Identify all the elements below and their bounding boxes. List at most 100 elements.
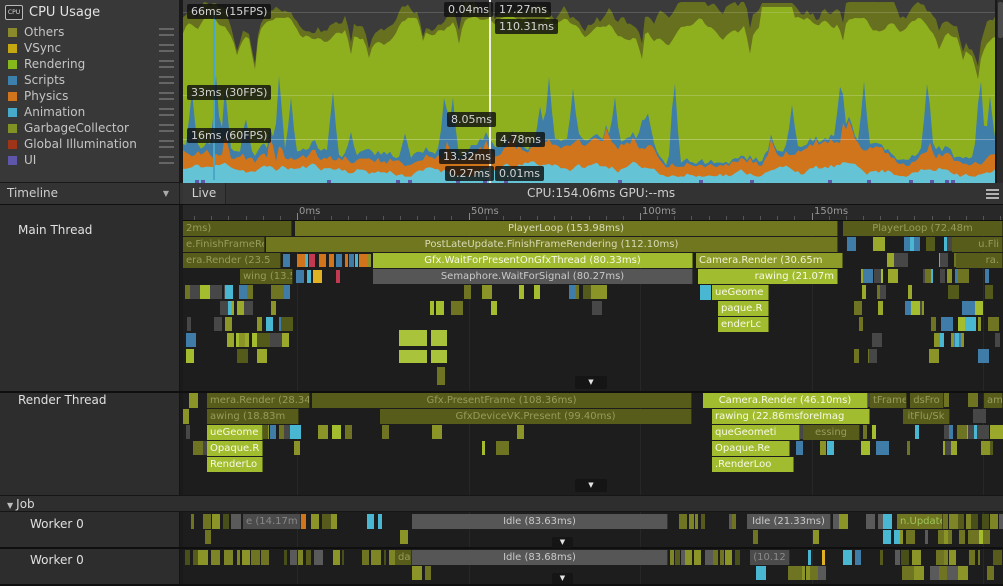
timeline-span[interactable]: Idle (21.33ms) [747,514,831,529]
timeline-span[interactable]: PostLateUpdate.FinishFrameRendering (112… [266,237,838,252]
timeline-sample[interactable] [936,550,943,565]
timeline-sample[interactable] [251,550,259,565]
timeline-sample[interactable] [283,254,290,267]
timeline-sample[interactable] [290,550,297,565]
timeline-sample[interactable] [185,550,190,565]
legend-item-global-illumination[interactable]: Global Illumination [0,136,179,152]
timeline-sample[interactable] [915,425,919,439]
timeline-span[interactable]: tFrame [870,393,907,408]
thread-label-worker1[interactable]: Worker 0 [30,553,84,567]
timeline-sample[interactable] [959,530,964,544]
timeline-sample[interactable] [847,237,856,251]
timeline-sample[interactable] [987,566,995,580]
timeline-sample[interactable] [957,425,966,439]
timeline-sample[interactable] [999,514,1003,529]
legend-item-ui[interactable]: UI [0,152,179,168]
timeline-sample[interactable] [583,285,591,299]
timeline-sample[interactable] [371,550,381,565]
timeline-sample[interactable] [908,285,912,299]
timeline-sample[interactable] [859,317,863,331]
timeline-sample[interactable] [869,349,876,363]
timeline-span[interactable]: e.FinishFrameRende [183,237,265,252]
timeline-sample[interactable] [239,285,247,299]
legend-item-animation[interactable]: Animation [0,104,179,120]
timeline-sample[interactable] [995,333,1000,347]
timeline-sample[interactable] [342,550,344,565]
timeline-sample[interactable] [576,285,579,299]
timeline-sample[interactable] [720,550,724,565]
timeline-sample[interactable] [425,566,431,580]
timeline-sample[interactable] [311,514,319,529]
timeline-sample[interactable] [808,550,811,565]
timeline-sample[interactable] [827,441,835,455]
timeline-sample[interactable] [519,285,523,299]
timeline-sample[interactable] [306,550,310,565]
timeline-span[interactable]: 2ms) [183,221,292,236]
timeline-sample[interactable] [701,514,705,529]
timeline-sample[interactable] [266,317,273,331]
timeline-sample[interactable] [985,530,991,544]
timeline-sample[interactable] [451,301,463,315]
timeline-sample[interactable] [725,550,732,565]
timeline-span[interactable]: Gfx.PresentFrame (108.36ms) [312,393,692,408]
timeline-sample[interactable] [878,301,883,315]
timeline-sample[interactable] [969,550,974,565]
timeline-sample[interactable] [298,550,303,565]
thread-label-render[interactable]: Render Thread [18,393,107,407]
timeline-sample[interactable] [592,301,602,315]
timeline-sample[interactable] [203,514,210,529]
timeline-sample[interactable] [189,393,198,408]
timeline-span[interactable]: u.Fli [952,237,1003,252]
timeline-sample[interactable] [732,514,736,529]
timeline-sample[interactable] [333,550,340,565]
drag-handle-icon[interactable] [159,124,174,132]
timeline-span[interactable]: Camera.Render (46.10ms) [703,393,868,408]
timeline-span[interactable]: GfxDeviceVK.Present (99.40ms) [380,409,692,424]
timeline-sample[interactable] [436,301,444,315]
timeline-sample[interactable] [874,269,881,283]
timeline-sample[interactable] [284,550,287,565]
timeline-sample[interactable] [947,269,951,283]
timeline-sample[interactable] [895,550,900,565]
timeline-sample[interactable] [984,425,989,439]
timeline-sample[interactable] [866,514,875,529]
timeline-sample[interactable] [944,237,947,251]
timeline-span[interactable]: Idle (83.63ms) [412,514,668,529]
timeline-sample[interactable] [949,514,958,529]
timeline-sample[interactable] [399,350,427,363]
timeline-sample[interactable] [958,566,968,580]
cpu-usage-chart[interactable]: 66ms (15FPS)33ms (30FPS)16ms (60FPS)0.04… [183,0,995,184]
timeline-sample[interactable] [271,285,284,299]
timeline-sample[interactable] [981,441,990,455]
drag-handle-icon[interactable] [159,140,174,148]
timeline-sample[interactable] [883,514,892,529]
drag-handle-icon[interactable] [159,60,174,68]
timeline-sample[interactable] [367,514,374,529]
timeline-sample[interactable] [319,254,326,267]
timeline-sample[interactable] [700,285,711,300]
legend-item-rendering[interactable]: Rendering [0,56,179,72]
timeline-span[interactable]: PlayerLoop (72.48m [843,221,1003,236]
timeline-sample[interactable] [225,317,233,331]
live-button[interactable]: Live [183,183,226,204]
timeline-sample[interactable] [705,550,713,565]
timeline-sample[interactable] [872,333,882,347]
timeline-sample[interactable] [862,285,866,299]
timeline-span[interactable]: am [984,393,1003,408]
timeline-sample[interactable] [685,550,692,565]
timeline-sample[interactable] [949,550,956,565]
timeline-sample[interactable] [362,550,369,565]
thread-label-main[interactable]: Main Thread [18,223,92,237]
timeline-sample[interactable] [990,514,999,529]
timeline-sample[interactable] [872,425,876,439]
timeline-span[interactable]: rawing (21.07m [698,269,838,284]
chart-scrollbar[interactable] [996,0,1003,183]
timeline-sample[interactable] [854,349,859,363]
timeline-sample[interactable] [926,237,935,251]
timeline-sample[interactable] [911,301,920,315]
timeline-sample[interactable] [294,441,300,455]
timeline-sample[interactable] [432,425,442,439]
timeline-sample[interactable] [491,301,497,315]
expand-arrow-button[interactable]: ▼ [552,573,573,584]
timeline-sample[interactable] [796,441,803,455]
